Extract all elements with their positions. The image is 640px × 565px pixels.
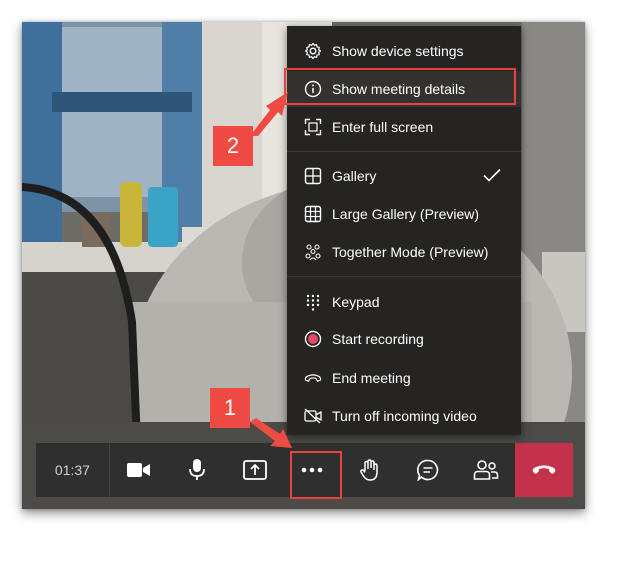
callout-step-1: 1 [210, 388, 250, 428]
menu-item-gallery[interactable]: Gallery [287, 158, 521, 194]
chat-bubble-icon [417, 459, 439, 481]
microphone-button[interactable] [168, 443, 226, 497]
menu-item-label: Keypad [332, 294, 380, 310]
raise-hand-button[interactable] [341, 443, 399, 497]
menu-divider [287, 276, 521, 277]
meeting-window: 01:37 Show device settings Show meeting … [22, 22, 585, 509]
end-meeting-icon [304, 369, 322, 387]
video-camera-icon [126, 463, 150, 477]
hang-up-phone-icon [532, 465, 556, 474]
hang-up-button[interactable] [515, 443, 573, 497]
share-screen-button[interactable] [226, 443, 284, 497]
chat-button[interactable] [399, 443, 457, 497]
callout-step-2: 2 [213, 126, 253, 166]
gallery-grid-icon [304, 167, 322, 185]
menu-item-keypad[interactable]: Keypad [287, 284, 521, 320]
callout-2-arrow [250, 92, 288, 136]
menu-item-end-meeting[interactable]: End meeting [287, 360, 521, 396]
menu-item-device-settings[interactable]: Show device settings [287, 33, 521, 69]
menu-item-turn-off-video[interactable]: Turn off incoming video [287, 398, 521, 434]
together-mode-icon [304, 243, 322, 261]
people-icon [473, 460, 499, 480]
meeting-details-highlight [284, 68, 516, 105]
menu-item-together-mode[interactable]: Together Mode (Preview) [287, 234, 521, 270]
gear-icon [304, 42, 322, 60]
callout-number: 1 [223, 395, 237, 420]
raise-hand-icon [360, 459, 379, 481]
menu-item-full-screen[interactable]: Enter full screen [287, 109, 521, 145]
participants-button[interactable] [457, 443, 515, 497]
menu-item-label: Gallery [332, 168, 377, 184]
menu-item-label: Large Gallery (Preview) [332, 206, 480, 222]
share-tray-icon [242, 460, 267, 480]
menu-item-start-recording[interactable]: Start recording [287, 321, 521, 357]
menu-item-label: End meeting [332, 370, 411, 386]
checkmark-icon [483, 168, 501, 185]
menu-item-large-gallery[interactable]: Large Gallery (Preview) [287, 196, 521, 232]
menu-divider [287, 151, 521, 152]
menu-item-label: Start recording [332, 331, 424, 347]
menu-item-label: Show device settings [332, 43, 464, 59]
callout-number: 2 [226, 133, 240, 158]
menu-item-label: Together Mode (Preview) [332, 244, 489, 260]
menu-item-label: Enter full screen [332, 119, 434, 135]
keypad-icon [304, 293, 322, 311]
fullscreen-icon [304, 118, 322, 136]
video-off-icon [304, 407, 322, 425]
microphone-icon [188, 459, 205, 480]
callout-1-arrow [250, 418, 292, 448]
camera-button[interactable] [110, 443, 168, 497]
record-icon [304, 330, 322, 348]
more-button-highlight [290, 451, 342, 499]
menu-item-label: Turn off incoming video [332, 408, 477, 424]
call-timer: 01:37 [36, 443, 110, 497]
large-gallery-icon [304, 205, 322, 223]
